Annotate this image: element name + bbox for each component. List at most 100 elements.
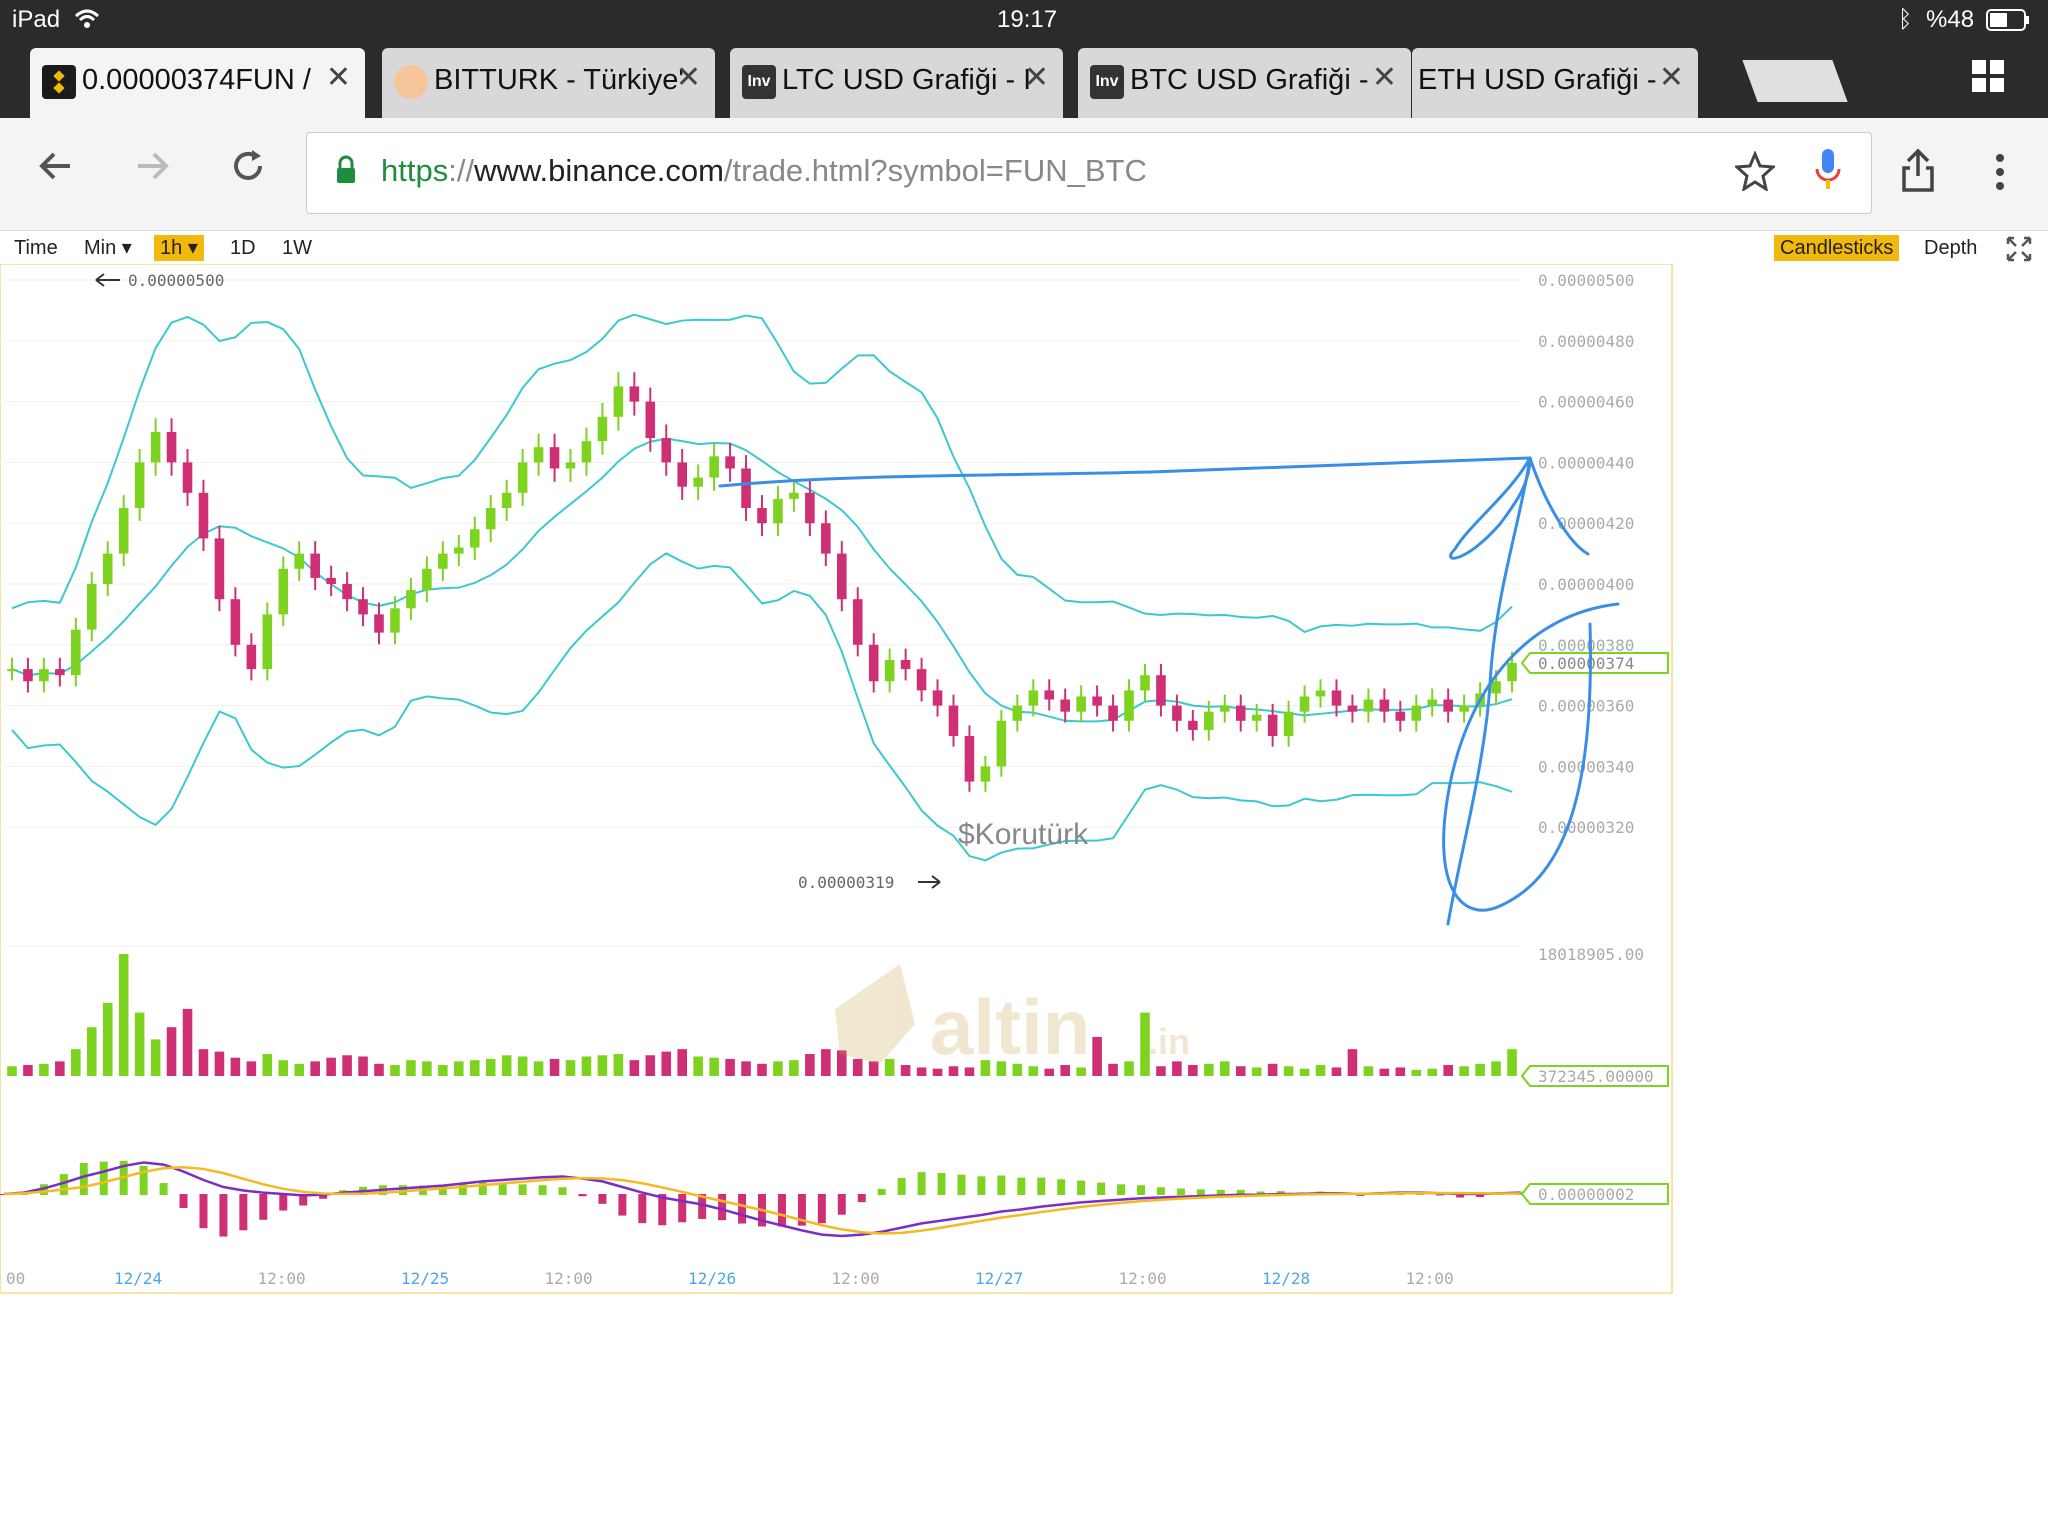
volume-bar bbox=[1379, 1068, 1390, 1076]
bitturk-favicon-icon bbox=[394, 65, 428, 99]
volume-bar bbox=[7, 1066, 17, 1076]
price-tick-label: 0.00000480 bbox=[1538, 332, 1634, 351]
volume-bar bbox=[342, 1055, 352, 1076]
macd-histogram-bar bbox=[1097, 1182, 1106, 1195]
macd-histogram-bar bbox=[718, 1194, 727, 1221]
candle-body bbox=[517, 462, 528, 493]
price-chart[interactable]: 18018905.00 372345.00000 0.00000002 0.000… bbox=[0, 264, 2048, 1300]
candle-body bbox=[996, 720, 1007, 767]
candle-body bbox=[661, 438, 672, 463]
reload-icon[interactable] bbox=[228, 146, 268, 196]
svg-text:.in: .in bbox=[1148, 1021, 1190, 1062]
depth-button[interactable]: Depth bbox=[1918, 235, 1983, 261]
volume-bar bbox=[1235, 1066, 1246, 1076]
volume-bar bbox=[134, 1012, 145, 1076]
candle-body bbox=[1363, 699, 1374, 712]
candle-body bbox=[916, 669, 927, 691]
macd-histogram-bar bbox=[837, 1194, 846, 1215]
interval-1w-button[interactable]: 1W bbox=[276, 235, 318, 261]
candle-body bbox=[1219, 705, 1230, 712]
volume-max-label: 18018905.00 bbox=[1538, 945, 1644, 964]
candle-body bbox=[7, 669, 17, 672]
volume-bar bbox=[1156, 1066, 1166, 1076]
macd-histogram-bar bbox=[638, 1194, 647, 1224]
close-tab-icon[interactable]: ✕ bbox=[676, 60, 701, 95]
volume-bar bbox=[1459, 1066, 1469, 1076]
volume-bar bbox=[821, 1049, 831, 1076]
candle-body bbox=[454, 547, 464, 554]
new-tab-button[interactable] bbox=[1742, 60, 1848, 102]
share-icon[interactable] bbox=[1900, 148, 1936, 197]
volume-bar bbox=[1172, 1061, 1182, 1076]
low-label: 0.00000319 bbox=[798, 873, 894, 892]
candle-body bbox=[182, 462, 193, 493]
volume-bar bbox=[374, 1063, 384, 1076]
macd-histogram-bar bbox=[538, 1185, 547, 1195]
address-bar[interactable]: https://www.binance.com/trade.html?symbo… bbox=[306, 132, 1872, 214]
candle-body bbox=[1459, 705, 1469, 712]
volume-bar bbox=[1427, 1068, 1438, 1076]
macd-histogram-bar bbox=[279, 1194, 288, 1211]
volume-bar bbox=[1315, 1065, 1326, 1076]
tab-bitturk[interactable]: BITTURK - Türkiye' ✕ bbox=[382, 48, 715, 118]
bookmark-star-icon[interactable] bbox=[1733, 150, 1777, 196]
candle-body bbox=[374, 614, 384, 633]
min-dropdown[interactable]: Min ▾ bbox=[78, 235, 138, 261]
candle-body bbox=[757, 508, 767, 524]
tab-switcher-icon[interactable] bbox=[1972, 60, 2006, 94]
close-tab-icon[interactable]: ✕ bbox=[1659, 60, 1684, 95]
candle-body bbox=[533, 447, 544, 463]
macd-histogram-bar bbox=[957, 1174, 966, 1195]
candle-body bbox=[1443, 699, 1453, 712]
forward-arrow-icon[interactable] bbox=[132, 146, 172, 196]
volume-bar bbox=[868, 1061, 879, 1076]
battery-percent: %48 bbox=[1926, 6, 1975, 33]
lock-icon bbox=[335, 155, 357, 190]
candle-body bbox=[1315, 690, 1326, 697]
volume-bar bbox=[741, 1061, 751, 1076]
time-tick-label: 12/27 bbox=[975, 1269, 1023, 1288]
volume-bar bbox=[900, 1065, 911, 1076]
volume-bar bbox=[1507, 1049, 1517, 1076]
macd-histogram-bar bbox=[937, 1173, 946, 1195]
volume-bar bbox=[1395, 1067, 1406, 1076]
macd-histogram-bar bbox=[498, 1183, 507, 1195]
tab-fun-btc[interactable]: 0.00000374FUN / ✕ bbox=[30, 48, 365, 118]
interval-1d-button[interactable]: 1D bbox=[224, 235, 262, 261]
macd-histogram-bar bbox=[1176, 1188, 1185, 1195]
candle-body bbox=[406, 590, 416, 609]
close-tab-icon[interactable]: ✕ bbox=[326, 60, 351, 95]
candle-body bbox=[390, 608, 400, 633]
macd-histogram-bar bbox=[179, 1194, 188, 1209]
back-arrow-icon[interactable] bbox=[36, 146, 76, 196]
macd-histogram-bar bbox=[877, 1188, 886, 1195]
time-button[interactable]: Time bbox=[8, 235, 64, 261]
volume-bar bbox=[501, 1055, 512, 1076]
tab-btc-usd[interactable]: Inv BTC USD Grafiği - ✕ bbox=[1078, 48, 1411, 118]
candle-body bbox=[1044, 690, 1055, 700]
volume-bar bbox=[278, 1060, 289, 1076]
more-options-icon[interactable] bbox=[1994, 152, 2006, 197]
tab-ltc-usd[interactable]: Inv LTC USD Grafiği - I ✕ bbox=[730, 48, 1063, 118]
tab-eth-usd[interactable]: ETH USD Grafiği - ✕ bbox=[1412, 48, 1698, 118]
microphone-icon[interactable] bbox=[1813, 147, 1843, 198]
close-tab-icon[interactable]: ✕ bbox=[1024, 60, 1049, 95]
close-tab-icon[interactable]: ✕ bbox=[1372, 60, 1397, 95]
macd-histogram-bar bbox=[678, 1194, 687, 1223]
candle-body bbox=[980, 766, 991, 782]
volume-bar bbox=[773, 1061, 783, 1076]
price-tick-label: 0.00000500 bbox=[1538, 271, 1634, 290]
candle-body bbox=[294, 553, 305, 569]
candle-body bbox=[422, 568, 432, 591]
candlesticks-button[interactable]: Candlesticks bbox=[1774, 235, 1900, 261]
macd-histogram-bar bbox=[219, 1194, 228, 1237]
candle-body bbox=[342, 584, 352, 600]
candle-body bbox=[278, 568, 289, 615]
candle-body bbox=[821, 523, 831, 554]
price-tick-label: 0.00000420 bbox=[1538, 514, 1634, 533]
interval-1h-dropdown[interactable]: 1h ▾ bbox=[154, 235, 204, 261]
volume-bar bbox=[1108, 1063, 1118, 1076]
candle-body bbox=[805, 492, 815, 524]
candle-body bbox=[1491, 681, 1501, 694]
candle-body bbox=[198, 492, 209, 539]
